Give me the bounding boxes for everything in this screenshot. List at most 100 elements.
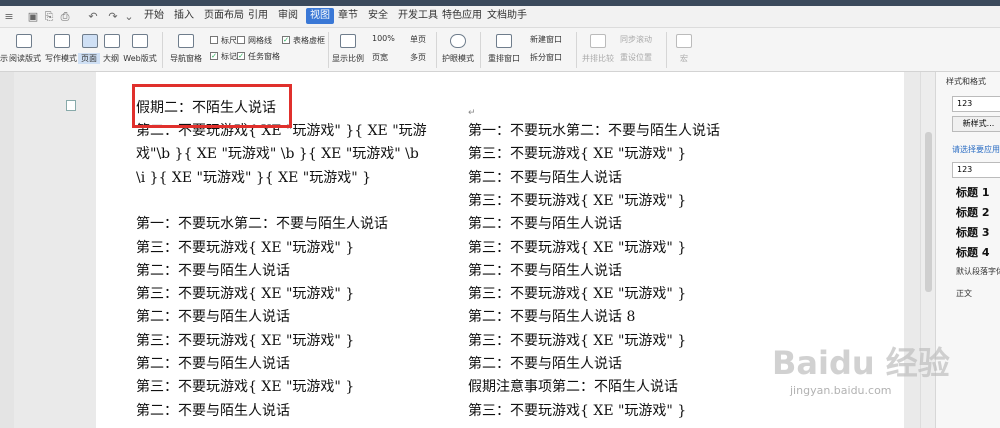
col1-line: 第二：不要与陌生人说话 <box>136 402 290 419</box>
watermark-url: jingyan.baidu.com <box>790 384 892 397</box>
table-gridline-label: 表格虚框 <box>293 36 325 45</box>
col2-line: 第二：不要与陌生人说话 <box>468 169 622 186</box>
page-icon[interactable] <box>66 100 76 111</box>
menu-tab-9[interactable]: 特色应用 <box>442 8 482 24</box>
heading-1-style[interactable]: 标题 1 <box>956 184 989 200</box>
task-pane-checkbox[interactable]: ✓ <box>237 52 245 60</box>
split-window-button[interactable]: 拆分窗口 <box>530 52 562 63</box>
markup-label: 标记 <box>221 52 237 61</box>
ruler-label: 标尺 <box>221 36 237 45</box>
page-view-icon[interactable] <box>82 34 98 48</box>
col2-line: 第二：不要与陌生人说话 8 <box>468 309 636 326</box>
save-icon[interactable]: ▣ <box>26 10 40 24</box>
col2-line: 第二：不要与陌生人说话 <box>468 356 622 372</box>
apply-hint: 请选择要应用 <box>952 145 1000 154</box>
rearrange-window-button[interactable]: 重排窗口 <box>484 53 524 64</box>
style-input[interactable]: 123 <box>952 96 1000 112</box>
menu-tab-2[interactable]: 页面布局 <box>204 8 244 24</box>
menu-tab-5[interactable]: 视图 <box>306 8 334 24</box>
page-width-button[interactable]: 页宽 <box>372 52 388 63</box>
col2-line: 第三：不要玩游戏{ XE "玩游戏" } <box>468 332 687 349</box>
panel-title: 样式和格式 <box>946 77 986 86</box>
redo-icon[interactable]: ↷ <box>106 10 120 24</box>
heading-3-style[interactable]: 标题 3 <box>956 224 989 240</box>
ruler-checkbox[interactable] <box>210 36 218 44</box>
left-gutter <box>0 72 14 428</box>
menu-tab-6[interactable]: 章节 <box>338 8 358 24</box>
zoom-icon[interactable] <box>340 34 356 48</box>
ribbon-divider <box>436 32 437 68</box>
nav-pane-icon[interactable] <box>178 34 194 48</box>
col2-line: 第三：不要玩游戏{ XE "玩游戏" } <box>468 192 687 209</box>
window-strip <box>0 0 1000 6</box>
nav-pane-button[interactable]: 导航窗格 <box>166 53 206 64</box>
new-window-button[interactable]: 新建窗口 <box>530 34 562 45</box>
export-icon[interactable]: ⎘ <box>42 10 56 24</box>
menu-tab-4[interactable]: 审阅 <box>278 8 298 24</box>
menu-tab-7[interactable]: 安全 <box>368 8 388 24</box>
ribbon-divider <box>480 32 481 68</box>
col1-line: 第三：不要玩游戏{ XE "玩游戏" } <box>136 379 355 396</box>
page-view-button[interactable]: 页面 <box>78 53 100 64</box>
web-layout-icon[interactable] <box>132 34 148 48</box>
eye-icon[interactable] <box>450 34 466 48</box>
default-font-style[interactable]: 默认段落字体 <box>956 266 1000 277</box>
menu-tab-0[interactable]: 开始 <box>144 8 164 24</box>
read-layout-button[interactable]: 阅读版式 <box>8 53 42 64</box>
scroll-thumb[interactable] <box>925 132 932 292</box>
read-mode-icon[interactable] <box>16 34 32 48</box>
menu-tab-1[interactable]: 插入 <box>174 8 194 24</box>
writing-mode-icon[interactable] <box>54 34 70 48</box>
dropdown-icon[interactable]: ⌄ <box>122 10 136 24</box>
print-icon[interactable]: ⎙ <box>58 10 72 24</box>
menu-tab-8[interactable]: 开发工具 <box>398 8 438 24</box>
side-by-side-button: 并排比较 <box>582 54 614 63</box>
col1-line: 第三：不要玩游戏{ XE "玩游戏" } <box>136 332 355 349</box>
outline-button[interactable]: 大纲 <box>100 53 122 64</box>
single-page-button[interactable]: 单页 <box>410 34 426 45</box>
watermark: Baidu 经验 <box>772 344 950 382</box>
col1-line: 第三：不要玩游戏{ XE "玩游戏" } <box>136 286 355 303</box>
eye-mode-button[interactable]: 护眼模式 <box>440 53 476 64</box>
undo-icon[interactable]: ↶ <box>86 10 100 24</box>
col2-line: 第一：不要玩水第二：不要与陌生人说话 <box>468 123 720 139</box>
col2-line: 第三：不要玩游戏{ XE "玩游戏" } <box>468 286 687 303</box>
ribbon-divider <box>328 32 329 68</box>
ribbon: 示 阅读版式 写作模式 页面 大纲 Web版式 导航窗格 标尺 网格线 ✓ 表格… <box>0 28 1000 72</box>
highlight-box <box>132 84 292 128</box>
col2-line: 第三：不要玩游戏{ XE "玩游戏" } <box>468 402 687 419</box>
zoom-100-button[interactable]: 100% <box>372 34 395 43</box>
new-style-button[interactable]: 新样式... <box>952 116 1000 132</box>
web-layout-button[interactable]: Web版式 <box>122 53 158 64</box>
multi-page-button[interactable]: 多页 <box>410 52 426 63</box>
col1-line: \i }{ XE "玩游戏" }{ XE "玩游戏" } <box>136 169 372 186</box>
task-pane-label: 任务窗格 <box>248 52 280 61</box>
view-button-0[interactable]: 示 <box>0 53 8 64</box>
rearrange-icon[interactable] <box>496 34 512 48</box>
sync-scroll-button: 同步滚动 <box>620 35 652 44</box>
ribbon-divider <box>162 32 163 68</box>
zoom-button[interactable]: 显示比例 <box>330 53 366 64</box>
col1-line: 第三：不要玩游戏{ XE "玩游戏" } <box>136 239 355 256</box>
menu-icon[interactable]: ≡ <box>2 10 16 24</box>
heading-2-style[interactable]: 标题 2 <box>956 204 989 220</box>
col2-line: 第二：不要与陌生人说话 <box>468 262 622 279</box>
side-by-side-icon <box>590 34 606 48</box>
style-filter-input[interactable]: 123 <box>952 162 1000 178</box>
macro-button: 宏 <box>680 54 688 63</box>
gridlines-checkbox[interactable] <box>237 36 245 44</box>
menu-tab-10[interactable]: 文档助手 <box>487 8 527 24</box>
table-gridline-checkbox[interactable]: ✓ <box>282 36 290 44</box>
gridlines-label: 网格线 <box>248 36 272 45</box>
title-bar: ≡ ▣ ⎘ ⎙ ↶ ↷ ⌄ 开始 插入 页面布局 引用 审阅 视图 章节 安全 开发工具 特色应用… <box>0 0 1000 28</box>
writing-mode-button[interactable]: 写作模式 <box>44 53 78 64</box>
heading-4-style[interactable]: 标题 4 <box>956 244 989 260</box>
col2-line: 第二：不要与陌生人说话 <box>468 216 622 233</box>
body-style[interactable]: 正文 <box>956 288 972 299</box>
col1-line: 第二：不要与陌生人说话 <box>136 262 290 279</box>
outline-icon[interactable] <box>104 34 120 48</box>
col1-line: 第二：不要与陌生人说话 <box>136 356 290 372</box>
col1-line: 戏"\b }{ XE "玩游戏" \b }{ XE "玩游戏" \b <box>136 146 419 163</box>
menu-tab-3[interactable]: 引用 <box>248 8 268 24</box>
markup-checkbox[interactable]: ✓ <box>210 52 218 60</box>
